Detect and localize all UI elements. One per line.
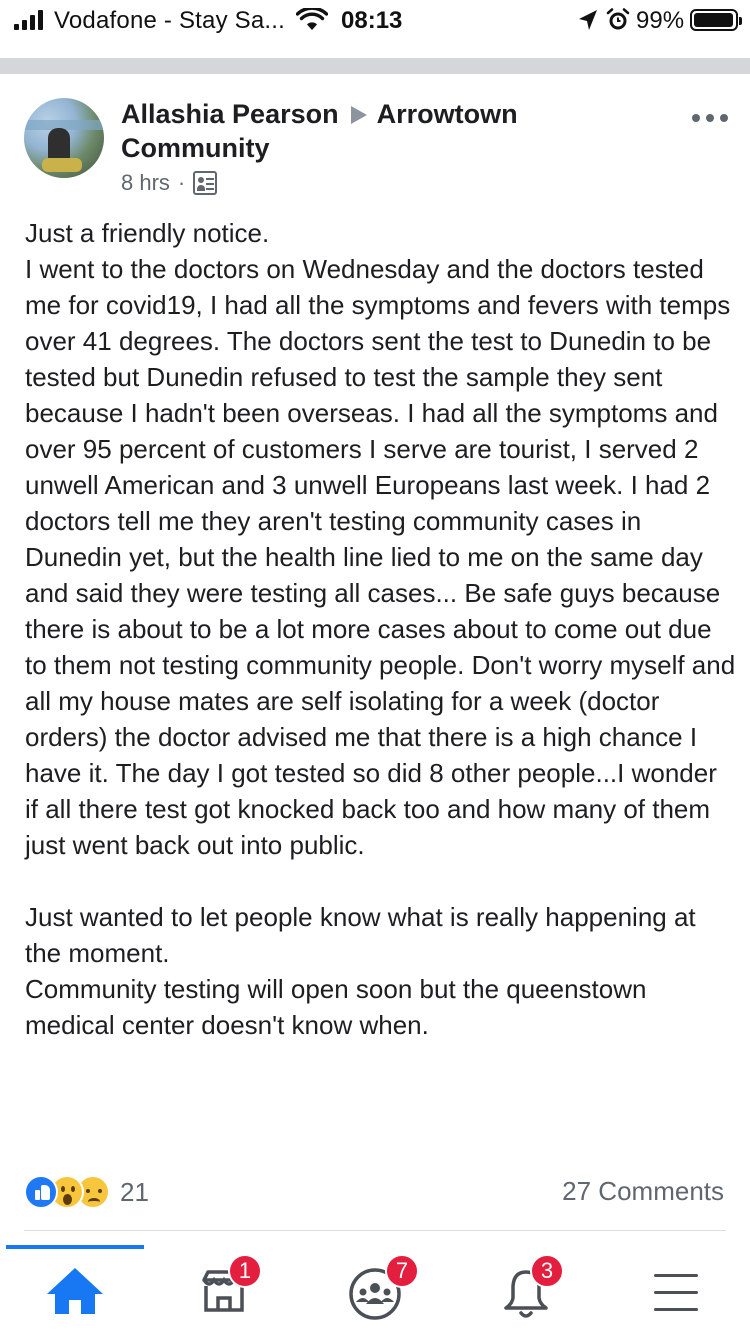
post-text: Just a friendly notice. I went to the do… bbox=[25, 215, 737, 1043]
battery-percentage: 99% bbox=[636, 7, 685, 34]
dot-icon bbox=[706, 114, 714, 122]
divider bbox=[24, 1230, 726, 1231]
signal-icon bbox=[14, 10, 43, 30]
tab-menu[interactable] bbox=[636, 1258, 716, 1328]
carrier-name: Vodafone - Stay Sa... bbox=[54, 7, 286, 34]
post-time[interactable]: 8 hrs bbox=[121, 170, 170, 196]
group-audience-icon bbox=[193, 171, 218, 195]
alarm-icon bbox=[606, 8, 630, 30]
like-icon bbox=[24, 1175, 58, 1209]
active-tab-indicator bbox=[6, 1245, 144, 1249]
author-name[interactable]: Allashia Pearson bbox=[121, 99, 339, 129]
tab-groups[interactable]: 7 bbox=[335, 1254, 419, 1328]
post-header: Allashia Pearson Arrowtown Community bbox=[121, 97, 591, 165]
status-bar: Vodafone - Stay Sa... 08:13 99% bbox=[0, 0, 750, 42]
tab-marketplace[interactable]: 1 bbox=[184, 1254, 264, 1328]
marketplace-badge: 1 bbox=[228, 1254, 262, 1288]
groups-badge: 7 bbox=[385, 1254, 419, 1288]
clock: 08:13 bbox=[341, 7, 403, 34]
comments-count[interactable]: 27 Comments bbox=[562, 1176, 724, 1207]
tab-notifications[interactable]: 3 bbox=[486, 1254, 566, 1328]
more-options-button[interactable] bbox=[692, 108, 728, 128]
reactions-summary[interactable]: 21 bbox=[24, 1174, 149, 1210]
dot-icon bbox=[692, 114, 700, 122]
avatar[interactable] bbox=[24, 98, 104, 178]
menu-icon bbox=[654, 1274, 698, 1311]
post-paragraph: Community testing will open soon but the… bbox=[25, 974, 647, 1040]
location-arrow-icon bbox=[579, 10, 597, 30]
wifi-icon bbox=[296, 8, 328, 30]
post-paragraph: Just a friendly notice. bbox=[25, 218, 270, 248]
arrow-right-icon bbox=[350, 106, 367, 124]
dot-icon bbox=[720, 114, 728, 122]
reaction-count: 21 bbox=[120, 1176, 149, 1207]
post-paragraph: Just wanted to let people know what is r… bbox=[25, 902, 696, 968]
section-divider bbox=[0, 58, 750, 74]
battery-icon bbox=[690, 9, 742, 31]
post-meta: 8 hrs · bbox=[121, 170, 218, 196]
tab-home[interactable] bbox=[35, 1258, 115, 1328]
post-paragraph: I went to the doctors on Wednesday and t… bbox=[25, 254, 736, 860]
home-icon bbox=[47, 1268, 103, 1314]
notifications-badge: 3 bbox=[530, 1254, 564, 1288]
meta-separator: · bbox=[177, 170, 186, 195]
